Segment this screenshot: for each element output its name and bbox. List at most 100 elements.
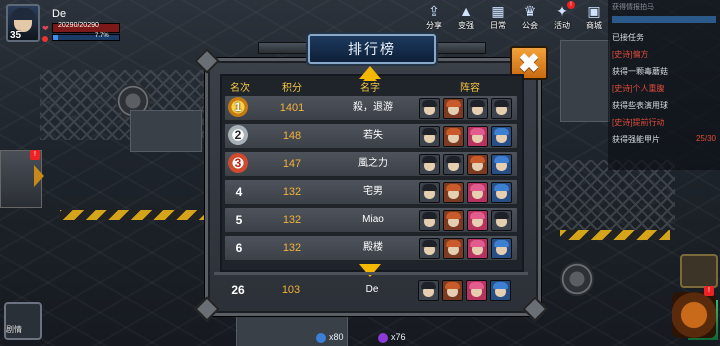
score-value: 132 [282,186,302,198]
quest-item[interactable]: 已接任务 [608,29,720,46]
gem-icon [378,332,388,343]
score-value: 147 [282,158,302,170]
menu-item-label: 分享 [426,21,442,30]
score-value: 1401 [279,102,305,114]
hero-portrait-icon [442,181,464,203]
hero-portrait-icon [442,209,464,231]
quest-item[interactable]: [史诗]提前行动 [608,114,720,131]
hero-portrait-icon [466,97,488,119]
menu-item-guild[interactable]: ♛ 公会 [514,0,546,34]
crystal-icon [316,332,326,343]
quest-item-text: 获得强能甲片 [612,135,660,144]
score-value: 103 [281,284,301,296]
item-count: x76 [391,332,406,342]
score-value: 132 [282,214,302,226]
player-name: De [52,8,67,20]
column-rank: 名次 [230,83,250,94]
column-score: 积分 [282,83,302,94]
player-name: 風之力 [358,158,388,169]
quest-item[interactable]: 获得些表演用球 [608,97,720,114]
quest-item-progress: 25/30 [695,134,716,143]
machine-block [560,40,610,122]
team-lineup[interactable] [414,278,514,302]
score-value: 148 [282,130,302,142]
bronze-medal-icon: 3 [228,153,248,173]
hazard-stripe [60,210,210,220]
top-menu: ⇪ 分享 ▲ 变强 ▦ 日常 ♛ 公会 ✦ 活动 ! ▣ 商城 [418,0,610,34]
table-row[interactable]: 2 148 若失 [224,123,518,149]
menu-item-event[interactable]: ✦ 活动 ! [546,0,578,34]
hero-portrait-icon [442,153,464,175]
quest-item[interactable]: [史诗]个人重腹 [608,80,720,97]
item-counter: x76 [378,332,406,343]
my-rank-row[interactable]: 26 103 De [224,278,516,302]
column-name: 名字 [360,83,380,94]
table-row[interactable]: 1 1401 殺，退游 [224,95,518,121]
hero-portrait-icon [418,97,440,119]
menu-badge: ! [567,1,575,9]
quest-item[interactable]: 获得一颗毒蘑菇 [608,63,720,80]
hero-portrait-icon [490,209,512,231]
quest-header: 获得情报拍马 [612,4,654,11]
hero-portrait-icon [418,237,440,259]
hazard-stripe [560,230,670,240]
quest-item-text: [史诗]个人重腹 [612,84,665,93]
daily-icon: ▦ [491,3,505,19]
hero-portrait-icon [418,181,440,203]
team-lineup[interactable] [415,124,515,148]
team-lineup[interactable] [415,236,515,260]
quest-item[interactable]: [史诗]偏方 [608,46,720,63]
player-name: 殿楼 [363,242,383,253]
table-row[interactable]: 3 147 風之力 [224,151,518,177]
table-row[interactable]: 6 132 殿楼 [224,235,518,261]
hero-portrait-icon [466,209,488,231]
rank-number: 5 [235,213,243,227]
quest-panel[interactable]: 获得情报拍马 已接任务 [史诗]偏方获得一颗毒蘑菇 [史诗]个人重腹获得些表演用球 [… [608,0,720,170]
player-name: De [365,284,379,295]
hero-portrait-icon [418,209,440,231]
player-hud[interactable]: 35 De ❤ 20290/20290 7.7% [0,0,120,46]
team-lineup[interactable] [415,208,515,232]
hero-portrait-icon [417,279,439,301]
table-row[interactable]: 4 132 宅男 [224,179,518,205]
quest-item[interactable]: 获得强能甲片 25/30 [608,131,720,148]
menu-item-shop[interactable]: ▣ 商城 [578,0,610,34]
hero-portrait-icon [466,181,488,203]
title-wing [430,42,486,54]
hp-value: 20290/20290 [58,22,99,29]
table-row[interactable]: 5 132 Miao [224,207,518,233]
hero-portrait-icon [489,279,511,301]
hero-portrait-icon [442,237,464,259]
hero-portrait-icon [490,153,512,175]
player-level: 35 [10,30,22,41]
notification-dot [42,36,48,42]
quest-item-text: [史诗]偏方 [612,50,649,59]
menu-item-label: 商城 [586,21,602,30]
share-icon: ⇪ [428,3,440,19]
menu-item-power-up[interactable]: ▲ 变强 [450,0,482,34]
machine-block [130,110,202,152]
xp-bar [52,34,120,41]
team-lineup[interactable] [415,96,515,120]
quest-list: 已接任务 [史诗]偏方获得一颗毒蘑菇 [史诗]个人重腹获得些表演用球 [史诗]提前行动… [608,29,720,148]
hero-portrait-icon [418,153,440,175]
hero-portrait-icon [490,97,512,119]
hero-portrait-icon [442,125,464,147]
action-button[interactable] [672,292,716,338]
table-header: 名次 积分 名字 阵容 [220,79,520,94]
column-team: 阵容 [460,83,480,94]
team-lineup[interactable] [415,180,515,204]
bag-button[interactable] [680,254,718,288]
menu-item-daily[interactable]: ▦ 日常 [482,0,514,34]
menu-item-label: 日常 [490,21,506,30]
quest-progress-bar [612,16,716,23]
team-lineup[interactable] [415,152,515,176]
silver-medal-icon: 2 [228,125,248,145]
player-name: 殺，退游 [353,102,393,113]
avatar-hair [11,8,35,20]
hero-portrait-icon [466,237,488,259]
xp-percent: 7.7% [95,33,109,39]
xp-bar-fill [53,35,59,40]
menu-item-label: 活动 [554,21,570,30]
menu-item-share[interactable]: ⇪ 分享 [418,0,450,34]
